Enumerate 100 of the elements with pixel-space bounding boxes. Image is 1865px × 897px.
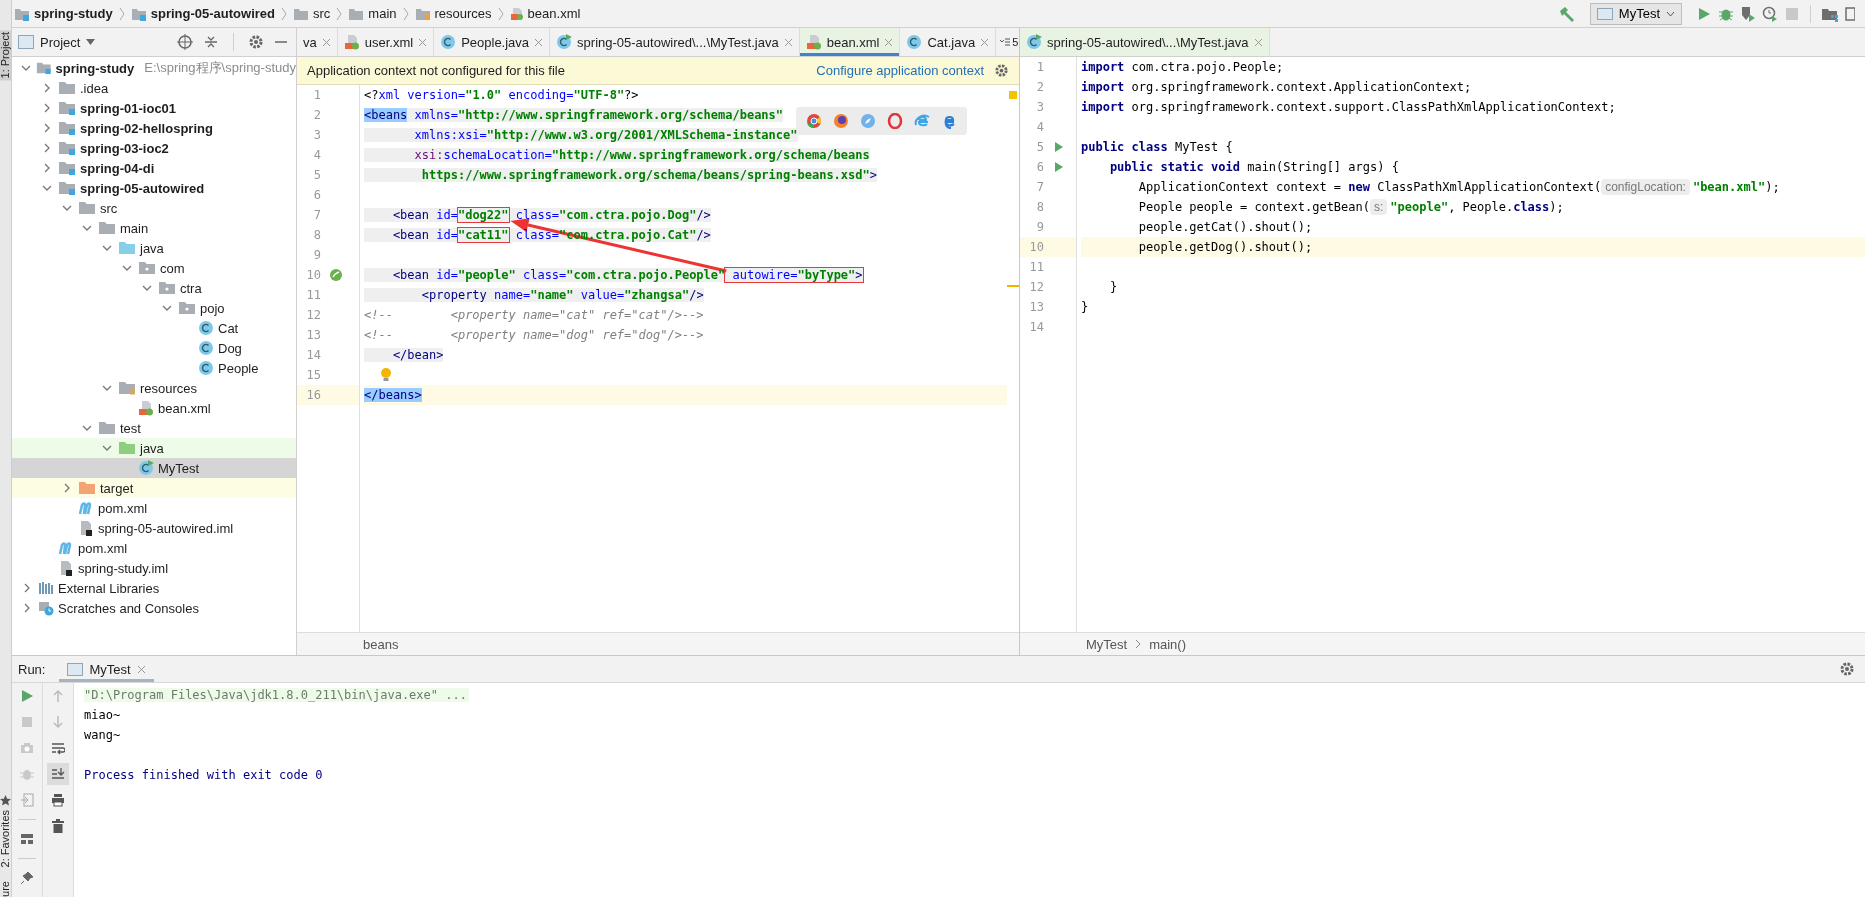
editor-tab[interactable]: va	[297, 28, 338, 56]
editor-tab[interactable]: spring-05-autowired\...\MyTest.java	[550, 28, 800, 56]
chevron-icon[interactable]	[122, 263, 132, 273]
tree-item[interactable]: spring-study E:\spring程序\spring-study	[12, 58, 296, 78]
tree-item[interactable]: People	[12, 358, 296, 378]
chevron-icon[interactable]	[62, 483, 72, 493]
chevron-icon[interactable]	[82, 423, 92, 433]
print-icon[interactable]	[51, 793, 65, 807]
tree-item[interactable]: pojo	[12, 298, 296, 318]
chevron-icon[interactable]	[102, 443, 112, 453]
hammer-icon[interactable]	[1557, 4, 1576, 23]
breadcrumb-item[interactable]: main	[348, 6, 397, 21]
breadcrumb-item[interactable]: spring-05-autowired	[130, 6, 275, 21]
chevron-icon[interactable]	[42, 163, 52, 173]
collapse-all-icon[interactable]	[203, 34, 219, 50]
run-icon[interactable]	[1054, 161, 1064, 173]
chevron-icon[interactable]	[162, 303, 172, 313]
clock-run-icon[interactable]	[1762, 5, 1778, 22]
close-icon[interactable]	[980, 37, 990, 47]
close-icon[interactable]	[1253, 37, 1263, 47]
editor-tab[interactable]: Cat.java	[900, 28, 997, 56]
run-icon[interactable]	[20, 689, 34, 703]
chevron-icon[interactable]	[21, 63, 31, 73]
tree-item[interactable]: java	[12, 238, 296, 258]
window-icon[interactable]	[1845, 5, 1855, 22]
tree-item[interactable]: resources	[12, 378, 296, 398]
chevron-icon[interactable]	[62, 203, 72, 213]
scroll-to-end-button[interactable]	[47, 763, 69, 785]
breadcrumb-item[interactable]: resources	[414, 6, 492, 21]
browser-icon[interactable]	[833, 113, 849, 129]
breadcrumb-item[interactable]: MyTest	[1086, 636, 1128, 652]
close-icon[interactable]	[418, 37, 428, 47]
chevron-icon[interactable]	[142, 283, 152, 293]
close-icon[interactable]	[321, 37, 331, 47]
browser-icon[interactable]	[806, 113, 822, 129]
chevron-icon[interactable]	[102, 243, 112, 253]
tree-item[interactable]: com	[12, 258, 296, 278]
tree-item[interactable]: spring-01-ioc01	[12, 98, 296, 118]
editor-tab[interactable]: spring-05-autowired\...\MyTest.java	[1020, 28, 1270, 56]
tree-item[interactable]: Dog	[12, 338, 296, 358]
tree-item[interactable]: spring-04-di	[12, 158, 296, 178]
chevron-icon[interactable]	[82, 223, 92, 233]
editor-tab[interactable]: People.java	[434, 28, 551, 56]
close-icon[interactable]	[136, 664, 146, 674]
tree-item[interactable]: test	[12, 418, 296, 438]
chevron-icon[interactable]	[22, 603, 32, 613]
tree-item[interactable]: spring-05-autowired	[12, 178, 296, 198]
run-icon[interactable]	[1696, 5, 1712, 22]
chevron-icon[interactable]	[42, 183, 52, 193]
editor-tab[interactable]: user.xml	[337, 28, 435, 56]
tree-item[interactable]: pom.xml	[12, 498, 296, 518]
breadcrumb-item[interactable]: bean.xml	[509, 6, 581, 21]
layout-icon[interactable]	[20, 832, 34, 846]
tree-item[interactable]: bean.xml	[12, 398, 296, 418]
run-configuration-dropdown[interactable]: MyTest	[1589, 2, 1682, 25]
lightbulb-icon[interactable]	[380, 367, 392, 383]
settings-icon[interactable]	[994, 63, 1009, 78]
tree-item[interactable]: ctra	[12, 278, 296, 298]
tree-item[interactable]: Scratches and Consoles	[12, 598, 296, 618]
warning-marker[interactable]	[1009, 91, 1017, 99]
tree-item[interactable]: spring-05-autowired.iml	[12, 518, 296, 538]
chevron-icon[interactable]	[42, 143, 52, 153]
crosshair-icon[interactable]	[177, 34, 193, 50]
breadcrumb-item[interactable]: src	[293, 6, 331, 21]
pin-icon[interactable]	[20, 871, 34, 885]
settings-icon[interactable]	[1839, 661, 1855, 677]
chevron-icon[interactable]	[22, 583, 32, 593]
tree-item[interactable]: External Libraries	[12, 578, 296, 598]
tree-item[interactable]: spring-study.iml	[12, 558, 296, 578]
tab-overflow-button[interactable]: 5	[996, 28, 1023, 56]
run-icon[interactable]	[1054, 141, 1064, 153]
chevron-icon[interactable]	[42, 123, 52, 133]
chevron-icon[interactable]	[42, 103, 52, 113]
shield-run-icon[interactable]	[1740, 5, 1756, 22]
tree-item[interactable]: MyTest	[12, 458, 296, 478]
breadcrumb-item[interactable]: main()	[1149, 636, 1186, 652]
configure-link[interactable]: Configure application context	[816, 63, 984, 78]
tree-item[interactable]: target	[12, 478, 296, 498]
tree-item[interactable]: Cat	[12, 318, 296, 338]
compass-icon[interactable]	[860, 113, 876, 129]
change-marker[interactable]	[1007, 285, 1019, 287]
tree-item[interactable]: spring-02-hellospring	[12, 118, 296, 138]
breadcrumb-item[interactable]: spring-study	[14, 6, 113, 21]
trash-icon[interactable]	[51, 819, 65, 833]
tree-item[interactable]: .idea	[12, 78, 296, 98]
run-tab[interactable]: MyTest	[59, 656, 154, 682]
close-icon[interactable]	[783, 37, 793, 47]
close-icon[interactable]	[534, 37, 544, 47]
tree-item[interactable]: java	[12, 438, 296, 458]
editor-tab[interactable]: bean.xml	[799, 28, 901, 56]
settings-icon[interactable]	[248, 34, 264, 50]
tree-item[interactable]: pom.xml	[12, 538, 296, 558]
structure-tool-tab[interactable]: ure	[0, 881, 11, 897]
tree-item[interactable]: main	[12, 218, 296, 238]
project-view-dropdown[interactable]: Project	[18, 34, 96, 50]
tree-item[interactable]: src	[12, 198, 296, 218]
breadcrumb-item[interactable]: beans	[363, 636, 399, 652]
soft-wrap-icon[interactable]	[51, 741, 65, 755]
bean-icon[interactable]	[329, 268, 343, 282]
close-icon[interactable]	[884, 37, 894, 47]
